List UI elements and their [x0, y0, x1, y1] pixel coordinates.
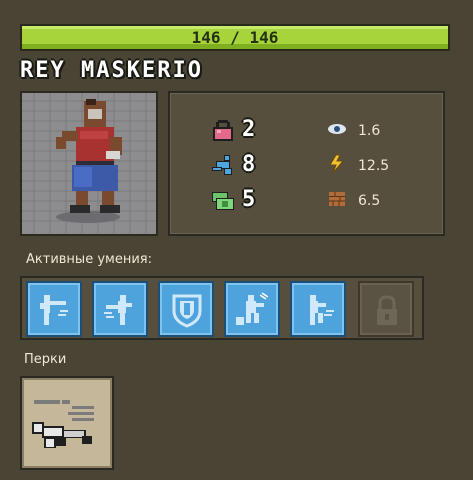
stat-strength-value: 2 [242, 117, 256, 142]
skill-side-kick[interactable] [92, 281, 148, 337]
perk-slot[interactable] [20, 376, 114, 470]
skill-high-kick[interactable] [26, 281, 82, 337]
lock-icon [377, 295, 397, 325]
active-skills-label: Активные умения: [26, 252, 152, 267]
character-portrait [20, 91, 158, 236]
stat-agility-value: 8 [242, 152, 256, 177]
dodge-icon [310, 295, 334, 325]
stat-strength: 2 [210, 117, 255, 142]
cash-stack-icon [210, 188, 236, 212]
stats-panel: 2 8 5 1.6 12.5 6.5 [168, 91, 445, 236]
stat-defense-value: 6.5 [358, 193, 381, 209]
stat-endurance: 5 [210, 187, 255, 212]
perks-label: Перки [24, 352, 67, 367]
health-text: 146 / 146 [191, 28, 279, 47]
brick-wall-icon [326, 189, 352, 213]
stat-agility: 8 [210, 152, 255, 177]
eye-icon [326, 119, 352, 143]
skill-slot-locked [358, 281, 414, 337]
shield-icon [172, 294, 202, 328]
knockdown-perk-icon [32, 400, 94, 448]
skill-shield[interactable] [158, 281, 214, 337]
character-name: REY MASKERIO [20, 58, 203, 83]
high-kick-icon [40, 295, 68, 325]
stat-perception: 1.6 [326, 119, 380, 143]
stat-power: 12.5 [326, 154, 389, 178]
stat-endurance-value: 5 [242, 187, 256, 212]
stat-perception-value: 1.6 [358, 123, 381, 139]
lightning-fist-icon [326, 154, 352, 178]
running-figure-icon [210, 153, 236, 177]
side-kick-icon [104, 295, 132, 325]
skill-ground-punch[interactable] [224, 281, 280, 337]
kettlebell-icon [210, 118, 236, 142]
stat-power-value: 12.5 [358, 158, 390, 174]
health-bar: 146 / 146 [20, 24, 450, 51]
skill-dodge[interactable] [290, 281, 346, 337]
ground-punch-icon [236, 292, 269, 325]
stat-defense: 6.5 [326, 189, 380, 213]
active-skills-row [20, 276, 424, 340]
